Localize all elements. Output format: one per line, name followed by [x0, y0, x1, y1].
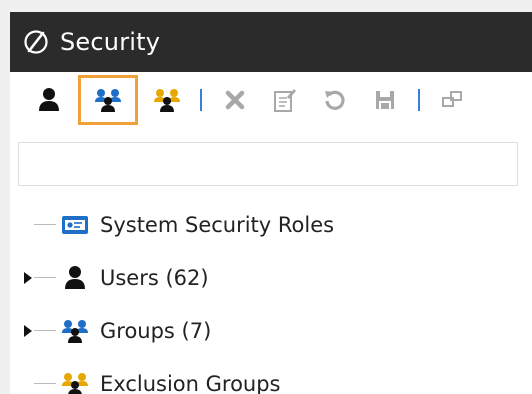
security-window: Security System Security Roles Users (62…: [10, 12, 532, 394]
tree-item-label: Groups (7): [100, 318, 212, 343]
edit-button[interactable]: [264, 79, 306, 121]
toolbar: [10, 72, 532, 128]
link-button[interactable]: [432, 79, 474, 121]
tree-branch-line: [34, 383, 56, 384]
tree-branch-line: [34, 277, 56, 278]
expand-arrow-icon[interactable]: [24, 324, 32, 337]
tree-item-system-security-roles[interactable]: System Security Roles: [10, 198, 532, 251]
user-icon: [60, 265, 90, 291]
security-role-icon: [60, 212, 90, 238]
group-icon: [95, 89, 121, 112]
tree-item-users[interactable]: Users (62): [10, 251, 532, 304]
refresh-button[interactable]: [314, 79, 356, 121]
groups-button[interactable]: [78, 75, 138, 125]
exclusion-group-icon: [154, 89, 180, 112]
save-button[interactable]: [364, 79, 406, 121]
toolbar-separator: [200, 89, 202, 111]
link-icon: [442, 91, 462, 107]
tree-item-exclusion-groups[interactable]: Exclusion Groups: [10, 357, 532, 394]
tree-item-label: Users (62): [100, 265, 209, 290]
delete-icon: [225, 90, 245, 110]
security-tree: System Security Roles Users (62) Groups …: [10, 198, 532, 394]
toolbar-separator: [418, 89, 420, 111]
tree-branch-line: [34, 330, 56, 331]
search-input[interactable]: [18, 142, 518, 186]
expand-arrow-icon[interactable]: [24, 271, 32, 284]
edit-icon: [274, 89, 296, 112]
user-icon: [39, 88, 59, 111]
title-bar: Security: [10, 12, 532, 72]
group-icon: [60, 318, 90, 344]
delete-button[interactable]: [214, 79, 256, 121]
tree-branch-line: [34, 224, 56, 225]
window-title: Security: [60, 28, 161, 56]
tree-item-label: Exclusion Groups: [100, 371, 281, 394]
tree-item-label: System Security Roles: [100, 212, 335, 237]
refresh-icon: [325, 90, 345, 110]
exclusion-group-icon: [60, 371, 90, 394]
exclusion-groups-button[interactable]: [146, 79, 188, 121]
app-logo-icon: [22, 28, 50, 56]
save-icon: [376, 91, 394, 109]
tree-item-groups[interactable]: Groups (7): [10, 304, 532, 357]
add-user-button[interactable]: [28, 79, 70, 121]
